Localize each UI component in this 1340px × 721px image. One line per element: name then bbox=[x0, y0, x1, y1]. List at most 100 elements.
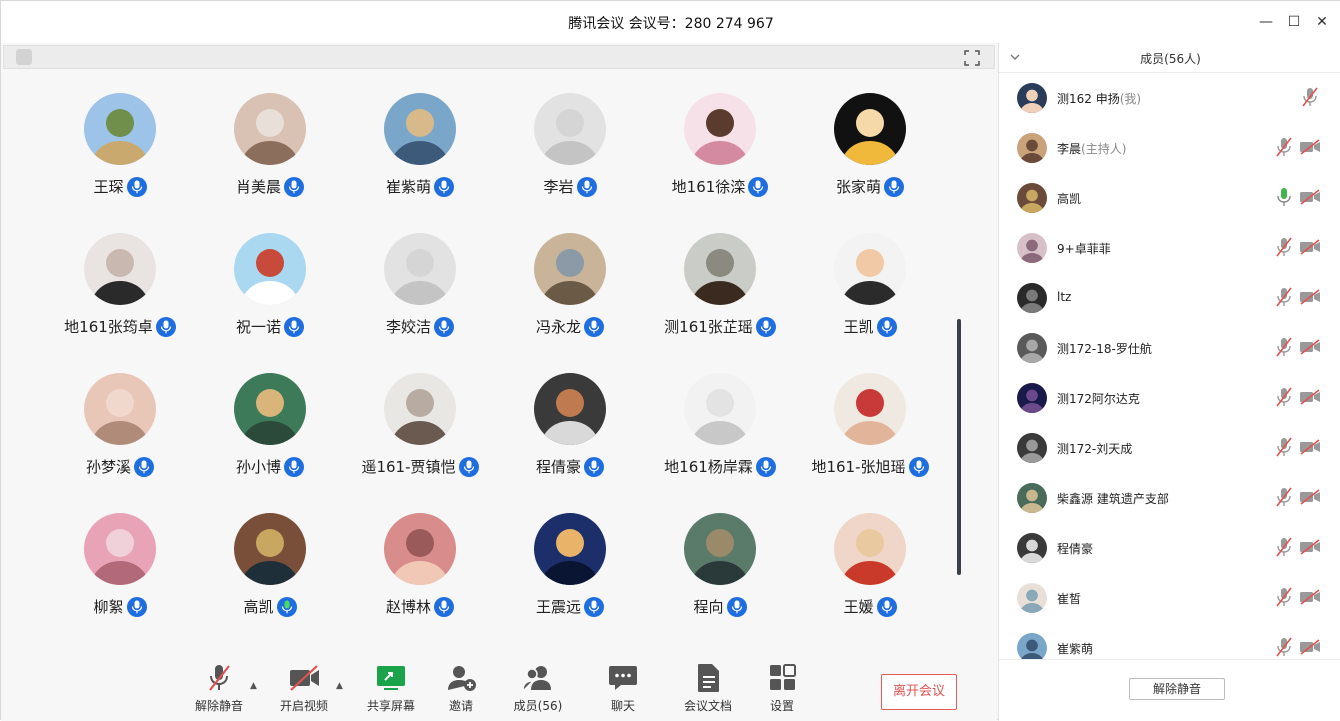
participant-tile[interactable]: 孙梦溪 bbox=[45, 373, 195, 493]
members-panel: 成员(56人) 测162 申扬(我) 李晨(主持人) 高凯 9+卓菲菲 ltz 测172-… bbox=[998, 43, 1340, 721]
mic-muted-icon[interactable] bbox=[1275, 237, 1293, 257]
member-name-text: 李晨 bbox=[1057, 142, 1082, 156]
chat-label: 聊天 bbox=[610, 699, 635, 713]
mic-icon bbox=[434, 596, 454, 617]
participant-tile[interactable]: 高凯 bbox=[195, 513, 345, 633]
member-row[interactable]: 9+卓菲菲 bbox=[999, 223, 1340, 273]
participant-tile[interactable]: 祝一诺 bbox=[195, 233, 345, 353]
camera-off-icon[interactable] bbox=[1299, 389, 1321, 405]
member-row[interactable]: 柴鑫源 建筑遗产支部 bbox=[999, 473, 1340, 523]
camera-off-icon[interactable] bbox=[1299, 339, 1321, 355]
participant-tile[interactable]: 王凯 bbox=[795, 233, 945, 353]
camera-off-icon[interactable] bbox=[1299, 139, 1321, 155]
mic-muted-icon[interactable] bbox=[1275, 537, 1293, 557]
member-name: 测162 申扬(我) bbox=[1057, 90, 1141, 107]
member-row[interactable]: 测172-18-罗仕航 bbox=[999, 323, 1340, 373]
mic-muted-icon[interactable] bbox=[1275, 387, 1293, 407]
participant-tile[interactable]: 王媛 bbox=[795, 513, 945, 633]
mic-icon bbox=[876, 316, 897, 337]
share-screen-button[interactable]: 共享屏幕 bbox=[356, 663, 426, 717]
member-name-text: ltz bbox=[1057, 290, 1072, 304]
camera-off-icon[interactable] bbox=[1299, 439, 1321, 455]
meeting-toolbar: 解除静音 ▲ 开启视频 ▲ 共享屏幕 邀请 成员(56) 聊天 会议文档 设置 … bbox=[1, 651, 997, 721]
participant-tile[interactable]: 程向 bbox=[645, 513, 795, 633]
unmute-all-button[interactable]: 解除静音 bbox=[1129, 678, 1225, 700]
member-name: 李晨(主持人) bbox=[1057, 140, 1126, 157]
camera-off-icon[interactable] bbox=[1299, 289, 1321, 305]
participant-tile[interactable]: 程倩豪 bbox=[495, 373, 645, 493]
unmute-caret-icon[interactable]: ▲ bbox=[250, 681, 260, 691]
leave-meeting-button[interactable]: 离开会议 bbox=[881, 674, 957, 710]
participant-tile[interactable]: 地161张筠卓 bbox=[45, 233, 195, 353]
mic-muted-icon[interactable] bbox=[1301, 87, 1319, 107]
mic-muted-icon[interactable] bbox=[1275, 637, 1293, 657]
participant-tile[interactable]: 地161徐滦 bbox=[645, 93, 795, 213]
avatar bbox=[1017, 533, 1047, 563]
camera-off-icon[interactable] bbox=[1299, 589, 1321, 605]
member-role: (我) bbox=[1119, 92, 1142, 106]
mic-active-icon[interactable] bbox=[1275, 187, 1293, 207]
settings-button[interactable]: 设置 bbox=[747, 663, 817, 717]
participant-tile[interactable]: 遥161-贾镇恺 bbox=[345, 373, 495, 493]
participant-tile[interactable]: 李岩 bbox=[495, 93, 645, 213]
mic-icon bbox=[126, 596, 147, 617]
close-button[interactable]: ✕ bbox=[1309, 9, 1335, 35]
docs-button[interactable]: 会议文档 bbox=[673, 663, 743, 717]
mic-muted-icon[interactable] bbox=[1275, 487, 1293, 507]
members-list[interactable]: 测162 申扬(我) 李晨(主持人) 高凯 9+卓菲菲 ltz 测172-18-罗仕航 测1… bbox=[999, 73, 1340, 661]
participant-tile[interactable]: 测161张芷瑶 bbox=[645, 233, 795, 353]
participant-tile[interactable]: 王震远 bbox=[495, 513, 645, 633]
member-row[interactable]: ltz bbox=[999, 273, 1340, 323]
shield-icon[interactable] bbox=[16, 49, 32, 65]
member-row[interactable]: 测162 申扬(我) bbox=[999, 73, 1340, 123]
member-row[interactable]: 测172-刘天成 bbox=[999, 423, 1340, 473]
minimize-button[interactable]: — bbox=[1253, 9, 1279, 35]
mic-icon bbox=[908, 456, 929, 477]
avatar bbox=[384, 93, 456, 165]
camera-off-icon[interactable] bbox=[1299, 539, 1321, 555]
unmute-button[interactable]: 解除静音 bbox=[184, 663, 254, 717]
participant-name-text: 王琛 bbox=[93, 178, 124, 196]
participant-tile[interactable]: 王琛 bbox=[45, 93, 195, 213]
mic-muted-icon[interactable] bbox=[1275, 437, 1293, 457]
participant-tile[interactable]: 肖美晨 bbox=[195, 93, 345, 213]
camera-off-icon[interactable] bbox=[1299, 489, 1321, 505]
participant-name-text: 地161-张旭瑶 bbox=[811, 458, 906, 476]
mic-muted-icon[interactable] bbox=[1275, 337, 1293, 357]
invite-button[interactable]: 邀请 bbox=[426, 663, 496, 717]
top-strip bbox=[3, 45, 995, 69]
members-button[interactable]: 成员(56) bbox=[503, 663, 573, 717]
member-row[interactable]: 崔紫萌 bbox=[999, 623, 1340, 661]
fullscreen-icon[interactable] bbox=[964, 50, 980, 66]
start-video-button[interactable]: 开启视频 bbox=[269, 663, 339, 717]
mic-muted-icon[interactable] bbox=[1275, 287, 1293, 307]
participant-tile[interactable]: 孙小博 bbox=[195, 373, 345, 493]
mic-muted-icon[interactable] bbox=[1275, 137, 1293, 157]
avatar bbox=[834, 513, 906, 585]
participant-name-text: 地161杨岸霖 bbox=[664, 458, 753, 476]
participant-name: 赵博林 bbox=[345, 596, 495, 617]
camera-off-icon[interactable] bbox=[1299, 189, 1321, 205]
participant-tile[interactable]: 地161-张旭瑶 bbox=[795, 373, 945, 493]
camera-off-icon[interactable] bbox=[1299, 639, 1321, 655]
grid-scrollbar[interactable] bbox=[957, 319, 961, 575]
video-caret-icon[interactable]: ▲ bbox=[336, 681, 346, 691]
share-screen-icon bbox=[377, 666, 405, 690]
member-row[interactable]: 程倩豪 bbox=[999, 523, 1340, 573]
member-row[interactable]: 崔皙 bbox=[999, 573, 1340, 623]
participant-tile[interactable]: 张家萌 bbox=[795, 93, 945, 213]
camera-off-icon[interactable] bbox=[1299, 239, 1321, 255]
member-row[interactable]: 李晨(主持人) bbox=[999, 123, 1340, 173]
participant-tile[interactable]: 崔紫萌 bbox=[345, 93, 495, 213]
member-row[interactable]: 高凯 bbox=[999, 173, 1340, 223]
member-name: 程倩豪 bbox=[1057, 540, 1093, 557]
participant-tile[interactable]: 地161杨岸霖 bbox=[645, 373, 795, 493]
participant-tile[interactable]: 冯永龙 bbox=[495, 233, 645, 353]
mic-muted-icon[interactable] bbox=[1275, 587, 1293, 607]
participant-tile[interactable]: 李姣洁 bbox=[345, 233, 495, 353]
member-row[interactable]: 测172阿尔达克 bbox=[999, 373, 1340, 423]
participant-tile[interactable]: 赵博林 bbox=[345, 513, 495, 633]
chat-button[interactable]: 聊天 bbox=[588, 663, 658, 717]
maximize-button[interactable]: ☐ bbox=[1281, 9, 1307, 35]
participant-tile[interactable]: 柳絮 bbox=[45, 513, 195, 633]
